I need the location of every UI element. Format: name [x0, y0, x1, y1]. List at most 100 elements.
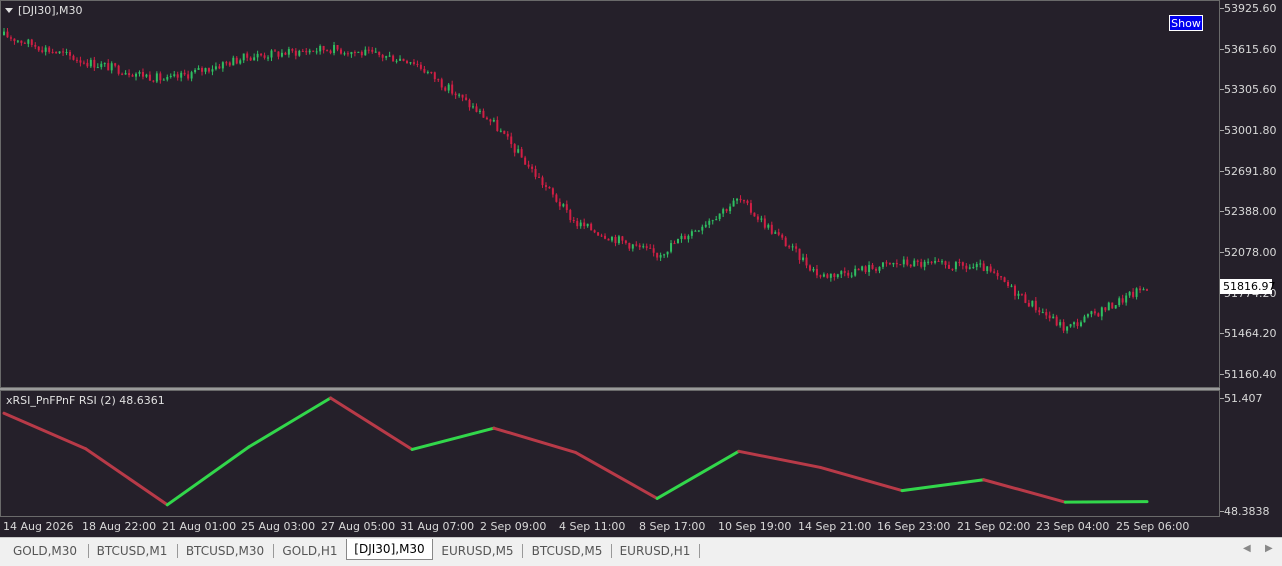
tab-eurusd-m5[interactable]: EURUSD,M5	[435, 541, 520, 561]
candle-body	[979, 263, 982, 265]
candle-body	[72, 55, 75, 60]
price-tick	[1220, 130, 1224, 131]
tab-dji30-m30[interactable]: [DJI30],M30	[346, 539, 433, 560]
tab-gold-h1[interactable]: GOLD,H1	[276, 541, 344, 561]
candle-body	[371, 49, 374, 52]
time-label: 27 Aug 05:00	[321, 520, 396, 533]
indicator-tick	[1220, 398, 1224, 399]
tab-separator	[611, 544, 612, 558]
candle-body	[631, 244, 634, 249]
candle-body	[892, 262, 895, 265]
candle-body	[1052, 316, 1055, 319]
candle-body	[968, 267, 971, 269]
candle-body	[388, 55, 391, 57]
candle-body	[812, 268, 815, 271]
candle-body	[228, 62, 231, 66]
candle-body	[475, 106, 478, 112]
candle-body	[1020, 293, 1023, 295]
candle-body	[1038, 310, 1041, 313]
candle-body	[69, 51, 72, 56]
candle-body	[972, 267, 975, 269]
candle-body	[406, 60, 409, 64]
candle-body	[378, 51, 381, 55]
candle-body	[871, 264, 874, 269]
candle-body	[802, 257, 805, 260]
price-tick	[1220, 333, 1224, 334]
candle-body	[1010, 285, 1013, 287]
candle-body	[1142, 289, 1145, 291]
candle-body	[506, 133, 509, 137]
candle-body	[583, 222, 586, 227]
tab-btcusd-m5[interactable]: BTCUSD,M5	[525, 541, 609, 561]
candle-body	[604, 235, 607, 239]
candle-body	[1000, 276, 1003, 278]
candle-body	[753, 212, 756, 217]
show-button[interactable]: Show	[1169, 15, 1203, 31]
candle-body	[614, 236, 617, 244]
chart-menu-arrow-icon[interactable]	[5, 8, 13, 13]
candle-body	[284, 52, 287, 55]
candle-body	[135, 73, 138, 77]
tab-scroll-left-icon[interactable]: ◀	[1243, 543, 1251, 554]
indicator-line-segment	[84, 447, 169, 507]
tab-eurusd-h1[interactable]: EURUSD,H1	[613, 541, 697, 561]
price-tick	[1220, 374, 1224, 375]
candle-body	[826, 274, 829, 278]
candle-body	[395, 60, 398, 62]
indicator-tick	[1220, 511, 1224, 512]
candle-body	[916, 260, 919, 263]
candle-body	[586, 223, 589, 227]
candle-body	[1083, 316, 1086, 323]
candle-body	[729, 206, 732, 212]
candle-body	[617, 236, 620, 244]
candle-body	[103, 63, 106, 65]
candle-body	[854, 268, 857, 276]
candle-body	[117, 65, 120, 74]
candle-body	[551, 188, 554, 195]
candle-body	[315, 51, 318, 53]
price-tick	[1220, 252, 1224, 253]
candle-body	[718, 213, 721, 220]
candle-body	[291, 49, 294, 51]
candle-body	[433, 72, 436, 80]
indicator-scale-max: 51.407	[1224, 392, 1263, 405]
time-label: 25 Aug 03:00	[241, 520, 316, 533]
candle-body	[795, 246, 798, 249]
candle-body	[499, 130, 502, 132]
candle-body	[982, 263, 985, 271]
candle-body	[58, 51, 61, 54]
candle-body	[941, 261, 944, 263]
tab-btcusd-m1[interactable]: BTCUSD,M1	[90, 541, 174, 561]
candle-body	[1097, 313, 1100, 317]
candle-body	[37, 46, 40, 51]
time-label: 8 Sep 17:00	[639, 520, 706, 533]
candle-body	[440, 79, 443, 88]
candle-body	[767, 224, 770, 228]
candle-body	[207, 68, 210, 72]
candle-body	[649, 247, 652, 249]
candle-body	[1121, 298, 1124, 303]
price-tick	[1220, 89, 1224, 90]
candle-body	[840, 271, 843, 275]
candle-body	[155, 73, 158, 82]
candle-body	[638, 245, 641, 248]
candle-body	[437, 79, 440, 81]
candle-body	[937, 260, 940, 262]
time-label: 2 Sep 09:00	[480, 520, 547, 533]
candle-body	[833, 273, 836, 277]
candle-body	[138, 71, 141, 74]
candle-body	[218, 66, 221, 69]
tab-gold-m30[interactable]: GOLD,M30	[4, 541, 86, 561]
candle-body	[6, 31, 9, 38]
candle-body	[416, 63, 419, 65]
tab-separator	[522, 544, 523, 558]
candle-body	[541, 177, 544, 186]
candle-body	[148, 74, 151, 81]
candle-body	[913, 260, 916, 267]
candle-body	[48, 47, 51, 52]
tab-btcusd-m30[interactable]: BTCUSD,M30	[180, 541, 270, 561]
candle-body	[86, 62, 89, 67]
candle-body	[788, 246, 791, 248]
candle-body	[13, 38, 16, 42]
tab-scroll-right-icon[interactable]: ▶	[1265, 543, 1273, 554]
